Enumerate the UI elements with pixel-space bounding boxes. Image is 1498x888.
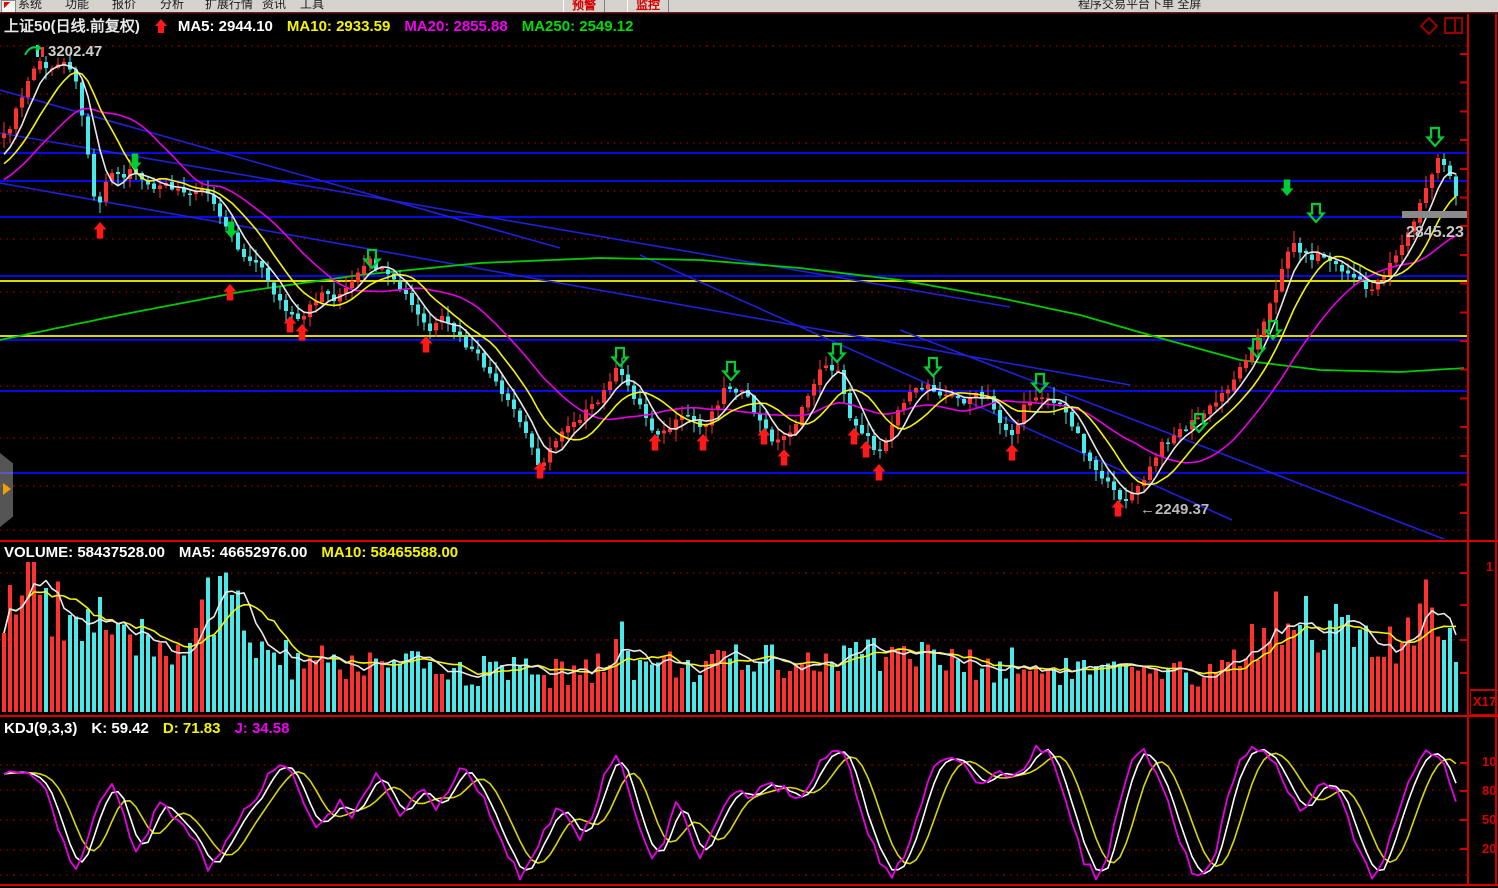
kdj-label: KDJ(9,3,3) [4, 720, 77, 737]
chart-title[interactable]: 上证50(日线.前复权) [4, 18, 140, 35]
diamond-icon[interactable] [1420, 17, 1438, 35]
trading-app-window: 系统功能报价分析扩展行情资讯工具 预警监控 程序交易平台下单 全屏 上证50(日… [0, 0, 1498, 888]
volume-scale-label: 1 [1486, 559, 1498, 574]
kdj-scale-label: 100 [1482, 754, 1497, 769]
kdj-indicator-labels: KDJ(9,3,3) K: 59.42 D: 71.83 J: 34.58 [4, 720, 304, 737]
up-arrow-icon [154, 18, 168, 35]
kdj-header: KDJ(9,3,3) K: 59.42 D: 71.83 J: 34.58 [4, 720, 318, 737]
ma-label: MA5: 2944.10 [178, 18, 273, 35]
signal-arrows-layer [94, 128, 1443, 517]
kdj-grid [0, 765, 1468, 875]
peak-price-label: 3202.47 [48, 43, 102, 60]
peak-marker-icon [24, 43, 46, 59]
sidebar-expand-handle[interactable] [0, 453, 13, 527]
volume-label: VOLUME: 58437528.00 [4, 544, 165, 561]
ma-indicator-labels: MA5: 2944.10 MA10: 2933.59 MA20: 2855.88 MA… [178, 18, 648, 35]
split-window-icon[interactable] [1444, 17, 1464, 35]
volume-label: MA5: 46652976.00 [179, 544, 307, 561]
volume-bars-layer[interactable] [2, 562, 1458, 712]
ma-label: MA10: 2933.59 [287, 18, 390, 35]
current-price-bar [1402, 211, 1468, 218]
ma-label: MA20: 2855.88 [404, 18, 507, 35]
pane-tag-badge[interactable]: X17 [1470, 690, 1498, 715]
ma-label: MA250: 2549.12 [522, 18, 634, 35]
kdj-lines-layer [4, 746, 1456, 880]
chart-canvas[interactable] [0, 0, 1498, 888]
main-grid-layer [0, 46, 1468, 530]
kdj-scale-label: 20 [1482, 841, 1497, 856]
expand-arrow-icon [3, 483, 11, 495]
ma-lines-layer [4, 65, 1456, 494]
kdj-label: D: 71.83 [163, 720, 221, 737]
kdj-scale-label: 80 [1482, 783, 1497, 798]
low-price-label: ←2249.37 [1140, 501, 1209, 518]
volume-indicator-labels: VOLUME: 58437528.00 MA5: 46652976.00 MA10:… [4, 544, 472, 561]
kdj-label: J: 34.58 [234, 720, 289, 737]
kdj-scale-label: 50 [1482, 812, 1497, 827]
current-price-label: 2845.23 [1406, 224, 1496, 242]
trendline-layer[interactable] [0, 90, 1462, 546]
main-chart-header: 上证50(日线.前复权) MA5: 2944.10 MA10: 2933.59 MA2… [4, 15, 661, 36]
volume-label: MA10: 58465588.00 [321, 544, 458, 561]
volume-header: VOLUME: 58437528.00 MA5: 46652976.00 MA10:… [4, 544, 486, 561]
kdj-label: K: 59.42 [91, 720, 149, 737]
